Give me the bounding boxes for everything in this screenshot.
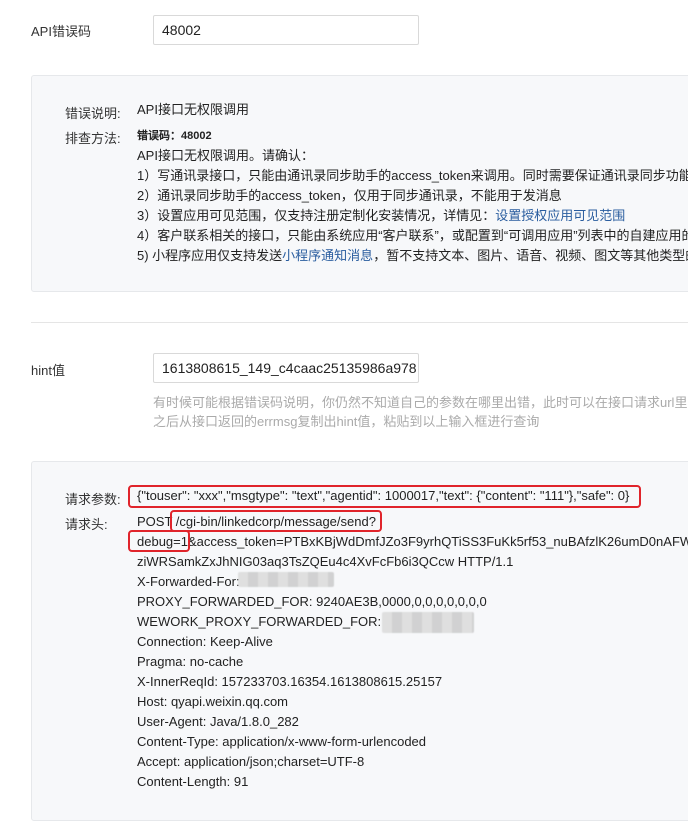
hint-label: hint值 [31, 363, 65, 378]
api-error-input[interactable]: 48002 [153, 15, 419, 45]
header-line-host: Host: qyapi.weixin.qq.com [137, 694, 289, 709]
redacted-ip-blur [238, 572, 334, 587]
miniprogram-notice-link[interactable]: 小程序通知消息 [282, 248, 373, 263]
hint-note-line1: 有时候可能根据错误码说明，你仍然不知道自己的参数在哪里出错，此时可以在接口请求u… [153, 395, 688, 410]
check-item-3-text: 3）设置应用可见范围，仅支持注册定制化安装情况，详情见： [137, 208, 496, 223]
section-divider [31, 322, 688, 323]
header-line-accept: Accept: application/json;charset=UTF-8 [137, 754, 365, 769]
check-item-5-tail: ，暂不支持文本、图片、语音、视频、图文等其他类型的 [373, 248, 688, 263]
check-method-label: 排查方法: [65, 131, 121, 146]
check-intro: API接口无权限调用。请确认： [137, 148, 314, 163]
check-item-5-text: 5) 小程序应用仅支持发送 [137, 248, 283, 263]
header-line-pragma: Pragma: no-cache [137, 654, 244, 669]
header-line-content-type: Content-Type: application/x-www-form-url… [137, 734, 427, 749]
check-item-3: 3）设置应用可见范围，仅支持注册定制化安装情况，详情见：设置授权应用可见范围 [137, 206, 625, 226]
check-item-2: 2）通讯录同步助手的access_token，仅用于同步通讯录，不能用于发消息 [137, 188, 562, 203]
annotation-box-path [170, 510, 382, 532]
api-error-label: API错误码 [31, 24, 91, 39]
hint-note-line2: 之后从接口返回的errmsg复制出hint值，粘贴到以上输入框进行查询 [153, 414, 540, 429]
hint-input[interactable]: 1613808615_149_c4caac25135986a978 [153, 353, 419, 383]
error-desc-value: API接口无权限调用 [137, 102, 249, 117]
request-params-label: 请求参数: [65, 492, 121, 507]
error-desc-label: 错误说明: [65, 106, 121, 121]
redacted-proxy-blur [382, 612, 474, 633]
header-line-wework-proxy: WEWORK_PROXY_FORWARDED_FOR: [137, 614, 382, 629]
header-line-proxy-forwarded: PROXY_FORWARDED_FOR: 9240AE3B,0000,0,0,0… [137, 594, 487, 609]
header-line-token: debug=1&access_token=PTBxKBjWdDmfJZo3F9y… [137, 534, 688, 549]
header-line-inner-reqid: X-InnerReqId: 157233703.16354.1613808615… [137, 674, 443, 689]
header-line-user-agent: User-Agent: Java/1.8.0_282 [137, 714, 299, 729]
check-item-5: 5) 小程序应用仅支持发送小程序通知消息，暂不支持文本、图片、语音、视频、图文等… [137, 246, 688, 266]
visible-range-link[interactable]: 设置授权应用可见范围 [495, 208, 625, 223]
header-line-x-forwarded-for: X-Forwarded-For: [137, 574, 240, 589]
check-item-1: 1）写通讯录接口，只能由通讯录同步助手的access_token来调用。同时需要… [137, 168, 688, 183]
request-header-label: 请求头: [65, 517, 108, 532]
check-item-4: 4）客户联系相关的接口，只能由系统应用“客户联系”，或配置到“可调用应用”列表中… [137, 228, 688, 243]
header-line-token-cont: ziWRSamkZxJhNIG03aq3TsZQEu4c4XvFcFb6i3QC… [137, 554, 514, 569]
header-line-connection: Connection: Keep-Alive [137, 634, 273, 649]
header-line-content-length: Content-Length: 91 [137, 774, 249, 789]
annotation-box-params [128, 485, 641, 508]
annotation-box-debug [128, 530, 190, 552]
error-code-line: 错误码：48002 [137, 130, 212, 142]
